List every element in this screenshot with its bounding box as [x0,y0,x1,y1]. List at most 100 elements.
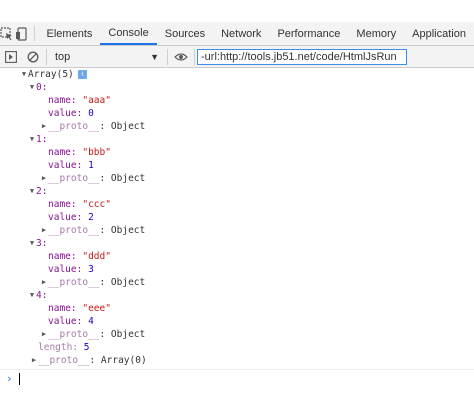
toolbar-separator [33,26,35,41]
property-row: name: "ddd" [0,250,474,263]
item-index: 1: [36,134,48,145]
console-output: ▼ Array(5) i ▼ 0: name: "aaa" value: 0 ▶ __p… [0,68,474,367]
property-string-value: "bbb" [82,147,111,158]
proto-key: __proto__ [48,329,100,340]
array-item-row[interactable]: ▼ 0: [0,81,474,94]
collapsed-triangle-icon[interactable]: ▶ [40,120,48,133]
property-key: name: [48,95,77,106]
property-key: value: [48,316,83,327]
tab-network[interactable]: Network [213,22,269,45]
expand-triangle-icon[interactable]: ▼ [20,68,28,81]
array-header-row[interactable]: ▼ Array(5) i [0,68,474,81]
tab-console[interactable]: Console [100,22,157,45]
expand-triangle-icon[interactable]: ▼ [28,289,36,302]
array-item-row[interactable]: ▼ 1: [0,133,474,146]
proto-value: : Object [99,173,146,184]
length-row: length: 5 [0,341,474,354]
array-proto-row[interactable]: ▶ __proto__: Array(0) [0,354,474,367]
toolbar-separator [46,48,47,65]
property-row: value: 2 [0,211,474,224]
devtools-tab-bar: Elements Console Sources Network Perform… [0,22,474,46]
tab-sources[interactable]: Sources [157,22,213,45]
property-key: value: [48,108,83,119]
item-index: 2: [36,186,48,197]
proto-value: : Object [99,277,146,288]
array-item-row[interactable]: ▼ 3: [0,237,474,250]
toolbar-separator [167,48,168,65]
property-number-value: 0 [88,108,94,119]
property-key: value: [48,212,83,223]
toolbar-separator [194,48,195,65]
proto-key: __proto__ [38,355,90,366]
property-number-value: 1 [88,160,94,171]
length-key: length: [38,342,79,353]
property-row: name: "eee" [0,302,474,315]
item-index: 3: [36,238,48,249]
array-item-row[interactable]: ▼ 4: [0,289,474,302]
item-index: 0: [36,82,48,93]
property-row: value: 3 [0,263,474,276]
array-header: Array(5) [28,69,74,80]
collapsed-triangle-icon[interactable]: ▶ [40,328,48,341]
collapsed-triangle-icon[interactable]: ▶ [40,172,48,185]
array-item-row[interactable]: ▼ 2: [0,185,474,198]
collapsed-triangle-icon[interactable]: ▶ [40,276,48,289]
length-value: 5 [83,342,90,353]
eye-icon[interactable] [170,46,192,68]
tab-elements[interactable]: Elements [39,22,101,45]
info-icon[interactable]: i [77,70,87,79]
property-key: value: [48,160,83,171]
property-string-value: "eee" [82,303,111,314]
expand-triangle-icon[interactable]: ▼ [28,81,36,94]
collapsed-triangle-icon[interactable]: ▶ [40,224,48,237]
expand-triangle-icon[interactable]: ▼ [28,185,36,198]
console-filter-input[interactable]: -url:http://tools.jb51.net/code/HtmlJsRu… [197,48,407,65]
inspect-element-icon[interactable] [0,22,15,45]
tab-application[interactable]: Application [404,22,474,45]
property-row: value: 0 [0,107,474,120]
property-key: name: [48,147,77,158]
proto-key: __proto__ [48,173,100,184]
proto-value: : Object [99,121,146,132]
property-number-value: 2 [88,212,94,223]
property-row: name: "aaa" [0,94,474,107]
text-caret [18,372,20,385]
console-toolbar: top ▼ -url:http://tools.jb51.net/code/Ht… [0,46,474,68]
proto-value: : Array(0) [89,355,147,366]
device-toolbar-icon[interactable] [15,22,30,45]
console-prompt[interactable]: › [0,369,474,387]
expand-triangle-icon[interactable]: ▼ [28,133,36,146]
proto-row[interactable]: ▶ __proto__: Object [0,172,474,185]
property-string-value: "aaa" [82,95,111,106]
property-key: value: [48,264,83,275]
property-row: value: 1 [0,159,474,172]
property-key: name: [48,303,77,314]
context-value: top [55,50,71,63]
collapsed-triangle-icon[interactable]: ▶ [30,354,38,367]
proto-key: __proto__ [48,121,100,132]
proto-row[interactable]: ▶ __proto__: Object [0,120,474,133]
dropdown-arrow-icon: ▼ [150,51,159,62]
property-row: value: 4 [0,315,474,328]
proto-key: __proto__ [48,225,100,236]
tab-performance[interactable]: Performance [269,22,348,45]
sidebar-toggle-icon[interactable] [0,46,22,68]
proto-row[interactable]: ▶ __proto__: Object [0,224,474,237]
proto-value: : Object [99,225,146,236]
proto-value: : Object [99,329,146,340]
property-number-value: 4 [88,316,94,327]
property-key: name: [48,251,77,262]
clear-console-icon[interactable] [22,46,44,68]
tab-memory[interactable]: Memory [348,22,404,45]
context-selector[interactable]: top ▼ [49,48,165,66]
property-string-value: "ddd" [82,251,111,262]
property-number-value: 3 [88,264,94,275]
expand-triangle-icon[interactable]: ▼ [28,237,36,250]
prompt-chevron-icon: › [6,372,13,385]
property-key: name: [48,199,77,210]
proto-row[interactable]: ▶ __proto__: Object [0,328,474,341]
proto-row[interactable]: ▶ __proto__: Object [0,276,474,289]
proto-key: __proto__ [48,277,100,288]
property-row: name: "ccc" [0,198,474,211]
property-row: name: "bbb" [0,146,474,159]
